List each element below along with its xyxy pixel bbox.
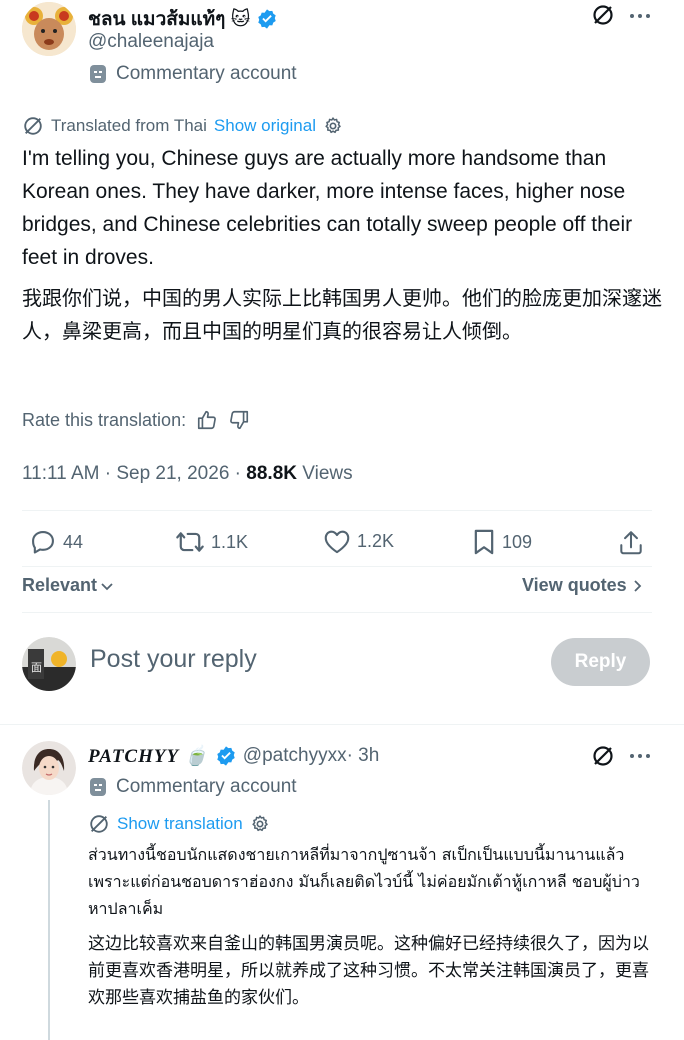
reply-input[interactable]: Post your reply [90,645,530,674]
grok-icon[interactable] [591,3,615,27]
like-action[interactable]: 1.2K [323,528,394,554]
bookmark-count: 109 [502,531,533,552]
gear-icon[interactable] [250,814,270,834]
svg-text:面: 面 [31,661,42,674]
rate-translation-label: Rate this translation: [22,409,187,430]
bookmark-icon [472,528,496,556]
repost-count: 1.1K [211,531,249,552]
view-quotes-link[interactable]: View quotes [522,575,644,596]
reply-text-thai: ส่วนทางนี้ชอบนักแสดงชายเกาหลีที่มาจากปูซ… [88,845,640,918]
reply-author-display-name[interactable]: PATCHYY 🍵 [88,744,209,768]
views-label: Views [296,463,353,484]
grok-icon[interactable] [591,744,615,768]
bookmark-action[interactable]: 109 [472,528,532,556]
reply-action[interactable]: 44 [29,528,83,556]
sort-relevant-dropdown[interactable]: Relevant [22,575,115,596]
reply-author-avatar[interactable] [22,741,76,795]
share-icon[interactable] [618,529,644,557]
more-icon[interactable] [628,6,652,26]
thumbs-down-icon[interactable] [228,409,250,431]
chevron-down-icon [99,578,115,594]
sort-relevant-label: Relevant [22,575,98,595]
repost-icon [175,528,205,556]
show-translation-link[interactable]: Show translation [117,814,243,834]
reply-button[interactable]: Reply [551,638,650,686]
view-quotes-label: View quotes [522,575,627,595]
verified-badge-icon [256,8,278,30]
translate-icon [88,813,110,835]
reply-account-label: Commentary account [116,776,297,797]
views-count: 88.8K [246,463,297,484]
reply-text-chinese: 这边比较喜欢来自釜山的韩国男演员呢。这种偏好已经持续很久了，因为以前更喜欢香港明… [88,934,649,1008]
author-display-name[interactable]: ชลน แมวส้มแท้ๆ 🐱 [88,4,250,34]
author-handle[interactable]: @chaleenajaja [88,31,214,53]
thread-line [48,800,50,1040]
current-user-avatar[interactable]: 面 [22,637,76,691]
reply-count: 44 [63,531,84,552]
show-original-link[interactable]: Show original [214,116,316,136]
chevron-right-icon [630,578,644,594]
gear-icon[interactable] [323,116,343,136]
like-icon [323,528,351,554]
reply-time[interactable]: · 3h [347,745,380,767]
more-icon[interactable] [628,746,652,766]
reply-author-handle[interactable]: @patchyyxx [243,745,347,767]
post-original-text: 我跟你们说，中国的男人实际上比韩国男人更帅。他们的脸庞更加深邃迷人，鼻梁更高，而… [22,286,662,343]
reply-icon [29,528,57,556]
commentary-icon [88,63,108,85]
like-count: 1.2K [357,530,395,551]
commentary-icon [88,776,108,798]
post-translation-text: I'm telling you, Chinese guys are actual… [22,147,633,269]
translated-from-label: Translated from Thai [51,116,207,135]
author-account-label: Commentary account [116,63,297,84]
repost-action[interactable]: 1.1K [175,528,248,556]
post-timestamp[interactable]: 11:11 AM · Sep 21, 2026 · [22,463,246,484]
author-avatar[interactable] [22,2,76,56]
translate-icon [22,115,44,137]
verified-badge-icon [215,745,237,767]
thumbs-up-icon[interactable] [196,409,218,431]
